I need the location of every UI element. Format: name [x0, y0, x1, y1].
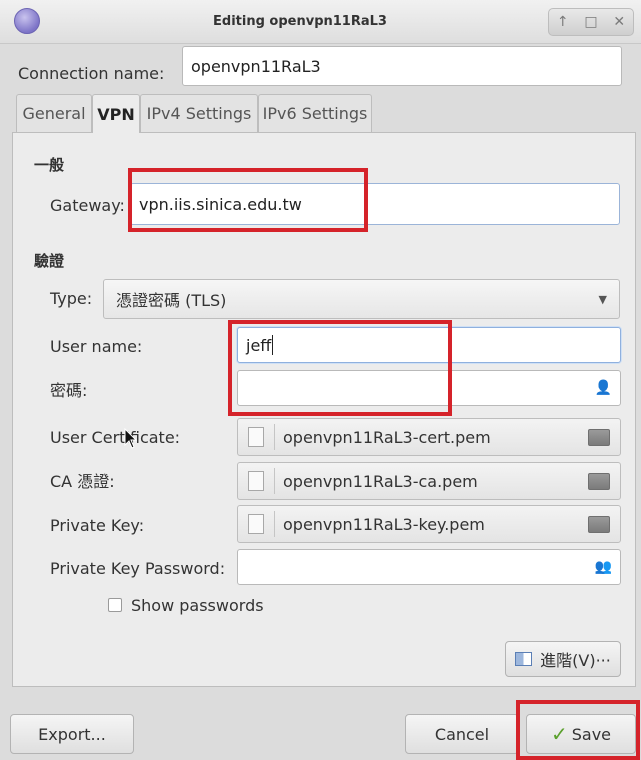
cancel-button[interactable]: Cancel	[405, 714, 519, 754]
username-input[interactable]: jeff	[237, 327, 621, 363]
advanced-label: 進階(V)···	[540, 651, 611, 670]
mouse-pointer	[124, 427, 138, 450]
private-key-password-label: Private Key Password:	[50, 559, 226, 578]
connection-name-input[interactable]: openvpn11RaL3	[182, 46, 622, 86]
user-certificate-value: openvpn11RaL3-cert.pem	[283, 427, 491, 447]
ca-certificate-value: openvpn11RaL3-ca.pem	[283, 471, 478, 491]
folder-icon	[588, 428, 610, 446]
title-bar: Editing openvpn11RaL3 ↑ □ ✕	[0, 0, 641, 44]
general-heading: 一般	[34, 156, 65, 174]
file-icon	[248, 471, 264, 491]
type-dropdown[interactable]: 憑證密碼 (TLS) ▼	[103, 279, 620, 319]
private-key-value: openvpn11RaL3-key.pem	[283, 514, 485, 534]
password-input[interactable]: 👤	[237, 370, 621, 406]
connection-name-label: Connection name:	[18, 64, 165, 83]
advanced-button[interactable]: 進階(V)···	[505, 641, 621, 677]
authentication-heading: 驗證	[34, 252, 65, 270]
export-button[interactable]: Export...	[10, 714, 134, 754]
ca-certificate-chooser[interactable]: openvpn11RaL3-ca.pem	[237, 462, 621, 500]
ca-certificate-label: CA 憑證:	[50, 472, 115, 491]
checkmark-icon: ✓	[550, 722, 568, 746]
users-icon[interactable]: 👥	[595, 559, 612, 575]
maximize-icon[interactable]: □	[584, 14, 597, 30]
username-value: jeff	[246, 335, 272, 355]
username-label: User name:	[50, 337, 143, 356]
save-button[interactable]: ✓ Save	[526, 714, 636, 754]
tab-ipv6-settings[interactable]: IPv6 Settings	[258, 94, 372, 132]
window-controls: ↑ □ ✕	[548, 8, 634, 36]
password-label: 密碼:	[50, 381, 88, 400]
show-passwords-checkbox[interactable]	[108, 598, 122, 612]
private-key-password-input[interactable]: 👥	[237, 549, 621, 585]
user-certificate-label: User Certificate:	[50, 428, 181, 447]
tab-general[interactable]: General	[16, 94, 92, 132]
file-icon	[248, 427, 264, 447]
tab-vpn[interactable]: VPN	[92, 94, 140, 133]
advanced-icon	[515, 652, 533, 666]
user-certificate-chooser[interactable]: openvpn11RaL3-cert.pem	[237, 418, 621, 456]
type-value: 憑證密碼 (TLS)	[116, 291, 227, 310]
folder-icon	[588, 472, 610, 490]
password-storage-icon[interactable]: 👤	[595, 380, 612, 396]
window-title: Editing openvpn11RaL3	[213, 14, 387, 29]
keep-above-icon[interactable]: ↑	[557, 14, 569, 30]
show-passwords-label[interactable]: Show passwords	[131, 593, 264, 619]
close-icon[interactable]: ✕	[613, 14, 625, 30]
text-cursor	[272, 335, 274, 355]
save-label: Save	[571, 724, 612, 744]
tab-ipv4-settings[interactable]: IPv4 Settings	[140, 94, 258, 132]
gateway-label: Gateway:	[50, 196, 125, 215]
chevron-down-icon: ▼	[598, 292, 607, 306]
private-key-chooser[interactable]: openvpn11RaL3-key.pem	[237, 505, 621, 543]
file-icon	[248, 514, 264, 534]
folder-icon	[588, 515, 610, 533]
type-label: Type:	[50, 289, 93, 308]
private-key-label: Private Key:	[50, 516, 145, 535]
gateway-input[interactable]: vpn.iis.sinica.edu.tw	[130, 183, 620, 225]
